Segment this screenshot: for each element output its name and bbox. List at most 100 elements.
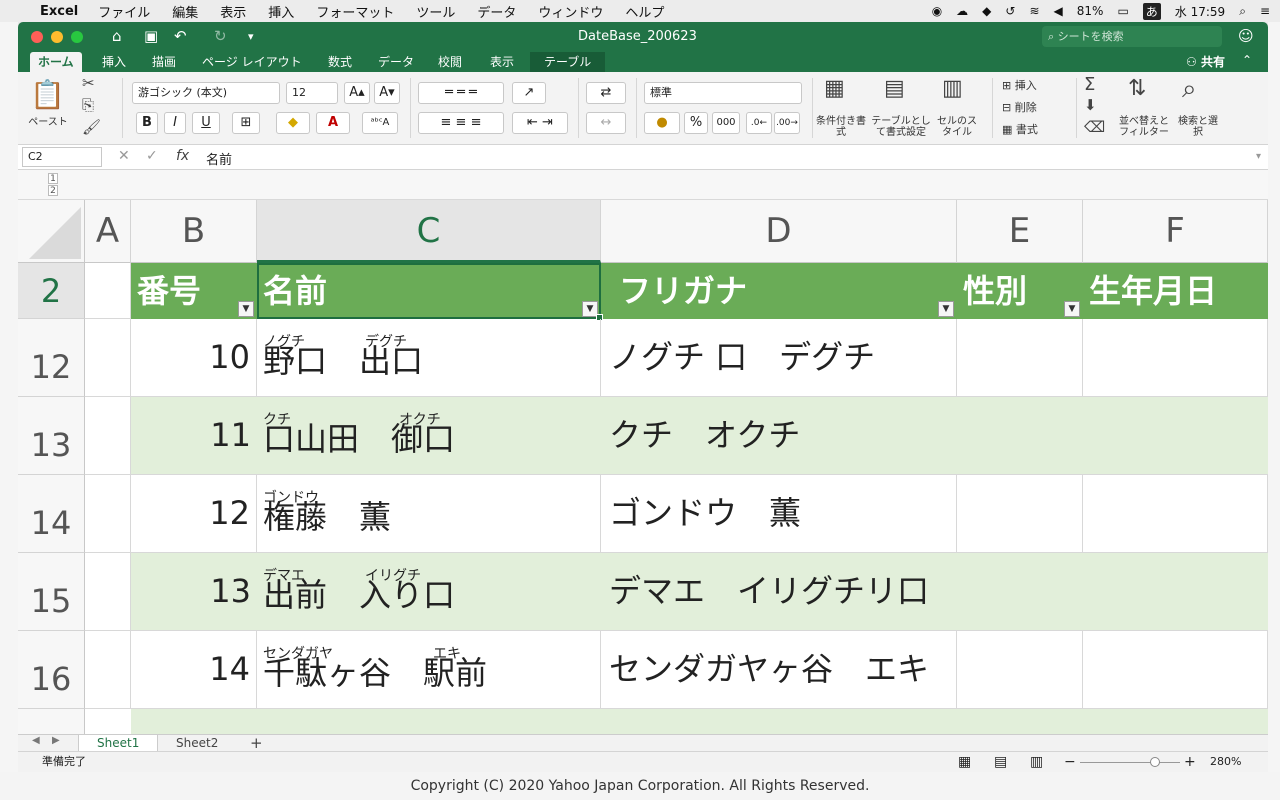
expand-formula-bar-icon[interactable]: ▾ [1256, 151, 1261, 162]
menu-window[interactable]: ウィンドウ [538, 2, 603, 21]
cell-name[interactable]: センダガヤ エキ 千駄ヶ谷 駅前 [257, 631, 601, 709]
format-as-table-icon[interactable]: ▤ [884, 76, 905, 101]
cell-birthdate[interactable] [1083, 475, 1268, 553]
sheet-tab-sheet2[interactable]: Sheet2 [158, 735, 236, 752]
number-format-select[interactable]: 標準 [644, 82, 802, 104]
search-sheet-input[interactable]: ⌕ シートを検索 [1042, 26, 1222, 47]
sort-filter-icon[interactable]: ⇅ [1128, 76, 1146, 101]
page-layout-view-icon[interactable]: ▤ [994, 752, 1007, 772]
fill-color-button[interactable]: ◆ [276, 112, 310, 134]
conditional-format-label[interactable]: 条件付き書式 [814, 116, 868, 138]
normal-view-icon[interactable]: ▦ [958, 752, 971, 772]
prev-sheet-icon[interactable]: ◀ [32, 735, 40, 746]
cell-name[interactable]: ゴンドウ 権藤 薫 [257, 475, 601, 553]
cell-number[interactable]: 13 [131, 553, 257, 631]
cell-name[interactable]: クチ オクチ 口山田 御口 [257, 397, 601, 475]
find-select-label[interactable]: 検索と選択 [1176, 116, 1220, 138]
formula-input[interactable]: 名前 [206, 149, 232, 168]
comma-format-button[interactable]: 000 [712, 112, 740, 134]
conditional-format-icon[interactable]: ▦ [824, 76, 845, 101]
cell-a[interactable] [85, 475, 131, 553]
insert-cells-button[interactable]: ⊞ 挿入 [1002, 80, 1037, 91]
wrap-text-button[interactable]: ⇄ [586, 82, 626, 104]
menu-format[interactable]: フォーマット [316, 2, 394, 21]
cell-furigana[interactable]: クチ オクチ [601, 397, 957, 475]
column-header-a[interactable]: A [85, 200, 131, 263]
cloud-icon[interactable]: ☁ [956, 4, 968, 18]
menu-insert[interactable]: 挿入 [268, 2, 294, 21]
indent-buttons[interactable]: ⇤ ⇥ [512, 112, 568, 134]
horizontal-align-buttons[interactable]: ≡ ≡ ≡ [418, 112, 504, 134]
cell-a[interactable] [85, 319, 131, 397]
share-button[interactable]: ⚇ 共有 [1186, 52, 1225, 72]
menu-tools[interactable]: ツール [416, 2, 455, 21]
clock[interactable]: 水 17:59 [1175, 3, 1225, 20]
cell-furigana[interactable]: ゴンドウ 薫 [601, 475, 957, 553]
tab-home[interactable]: ホーム [30, 52, 82, 72]
close-window-button[interactable] [31, 31, 43, 43]
phonetic-guide-button[interactable]: ᵃᵇᶜA [362, 112, 398, 134]
delete-cells-button[interactable]: ⊟ 削除 [1002, 102, 1037, 113]
autosum-icon[interactable]: Σ [1084, 74, 1095, 95]
table-header-gender[interactable]: 性別 ▼ [957, 263, 1083, 319]
save-icon[interactable]: ▣ [144, 27, 158, 45]
cell-a[interactable] [85, 397, 131, 475]
select-all-corner[interactable] [18, 200, 85, 263]
creative-cloud-icon[interactable]: ◉ [932, 4, 942, 18]
battery-percent[interactable]: 81% [1077, 4, 1104, 18]
fill-icon[interactable]: ⬇ [1084, 96, 1097, 114]
increase-font-size-button[interactable]: A▴ [344, 82, 370, 104]
italic-button[interactable]: I [164, 112, 186, 134]
tab-data[interactable]: データ [370, 52, 422, 72]
font-size-select[interactable]: 12 [286, 82, 338, 104]
app-menu-excel[interactable]: Excel [40, 4, 78, 19]
wifi-icon[interactable]: ≋ [1029, 4, 1039, 18]
filter-dropdown-icon[interactable]: ▼ [238, 301, 254, 317]
zoom-slider-track[interactable] [1080, 762, 1180, 763]
vpn-icon[interactable]: ◆ [982, 4, 991, 18]
column-header-c[interactable]: C [257, 200, 601, 263]
cell-furigana[interactable]: ノグチ 口 デグチ [601, 319, 957, 397]
cell-number[interactable]: 14 [131, 631, 257, 709]
cell-styles-label[interactable]: セルのスタイル [934, 116, 980, 138]
tab-page-layout[interactable]: ページ レイアウト [194, 52, 310, 72]
collapse-ribbon-icon[interactable]: ⌃ [1242, 53, 1252, 67]
time-machine-icon[interactable]: ↺ [1005, 4, 1015, 18]
name-box[interactable]: C2 [22, 147, 102, 167]
row-header-partial[interactable] [18, 709, 85, 734]
zoom-in-icon[interactable]: + [1184, 752, 1196, 772]
tab-insert[interactable]: 挿入 [94, 52, 134, 72]
row-header[interactable]: 12 [18, 319, 85, 397]
cell-styles-icon[interactable]: ▥ [942, 76, 963, 101]
cell-gender[interactable] [957, 631, 1083, 709]
column-header-d[interactable]: D [601, 200, 957, 263]
sheet-tab-sheet1[interactable]: Sheet1 [78, 735, 159, 752]
tab-review[interactable]: 校閲 [430, 52, 470, 72]
menu-edit[interactable]: 編集 [172, 2, 198, 21]
cell-gender[interactable] [957, 397, 1083, 475]
decrease-font-size-button[interactable]: A▾ [374, 82, 400, 104]
row-header-2[interactable]: 2 [18, 263, 85, 319]
sort-filter-label[interactable]: 並べ替えとフィルター [1116, 116, 1172, 138]
next-sheet-icon[interactable]: ▶ [52, 735, 60, 746]
find-icon[interactable]: ⌕ [1182, 74, 1197, 105]
cell-number[interactable]: 11 [131, 397, 257, 475]
volume-icon[interactable]: ◀ [1054, 4, 1063, 18]
row-header[interactable]: 14 [18, 475, 85, 553]
insert-function-button[interactable]: fx [176, 148, 189, 164]
customize-toolbar-icon[interactable]: ▾ [248, 30, 254, 43]
menu-data[interactable]: データ [477, 2, 516, 21]
percent-format-button[interactable]: % [684, 112, 708, 134]
cell-a2[interactable] [85, 263, 131, 319]
page-break-view-icon[interactable]: ▥ [1030, 752, 1043, 772]
undo-icon[interactable]: ↶ [174, 27, 187, 45]
column-header-b[interactable]: B [131, 200, 257, 263]
paste-icon[interactable]: 📋 [30, 78, 65, 111]
format-as-table-label[interactable]: テーブルとして書式設定 [870, 116, 932, 138]
borders-button[interactable]: ⊞ [232, 112, 260, 134]
cell-gender[interactable] [957, 553, 1083, 631]
control-center-icon[interactable]: ≡ [1260, 4, 1270, 18]
cell-number[interactable]: 10 [131, 319, 257, 397]
tab-draw[interactable]: 描画 [144, 52, 184, 72]
format-cells-button[interactable]: ▦ 書式 [1002, 124, 1038, 135]
